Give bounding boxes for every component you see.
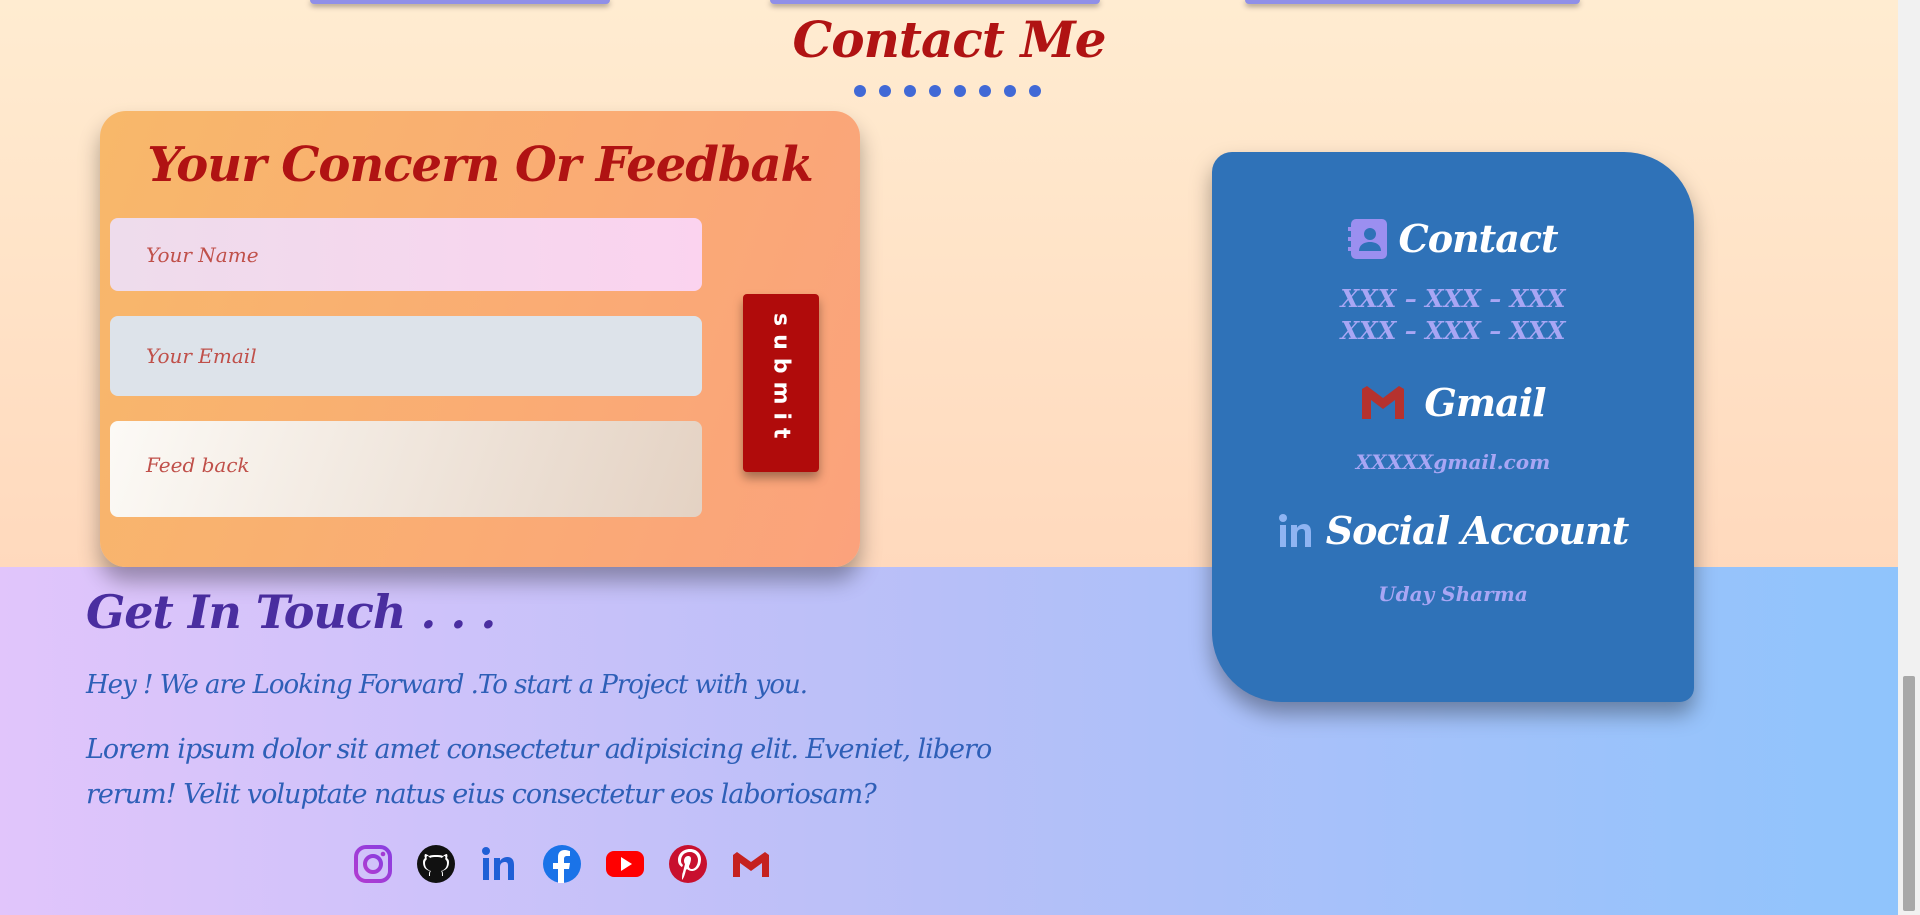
page-title: Contact Me: [792, 10, 1106, 69]
contact-book-icon: [1348, 218, 1388, 259]
submit-button[interactable]: submit: [743, 294, 819, 472]
scrollbar-thumb[interactable]: [1903, 676, 1915, 911]
gmail-icon: [1362, 385, 1405, 419]
submit-label: submit: [768, 313, 794, 447]
pinterest-link[interactable]: [667, 843, 709, 885]
contact-info-card: Contact XXX – XXX – XXX XXX – XXX – XXX …: [1212, 152, 1694, 702]
feedback-input[interactable]: [110, 421, 702, 517]
previous-section-card: [1245, 0, 1580, 4]
page-scrollbar[interactable]: [1898, 0, 1920, 915]
contact-heading: Contact: [1212, 216, 1694, 261]
pinterest-icon: [669, 845, 707, 883]
instagram-link[interactable]: [352, 843, 394, 885]
social-account-heading-label: Social Account: [1325, 508, 1630, 553]
github-link[interactable]: [415, 843, 457, 885]
name-input[interactable]: [110, 218, 702, 291]
phone-number-2: XXX – XXX – XXX: [1340, 316, 1566, 345]
linkedin-link[interactable]: [478, 843, 520, 885]
linkedin-icon: [482, 847, 514, 880]
gmail-icon: [733, 852, 769, 877]
facebook-link[interactable]: [541, 843, 583, 885]
linkedin-icon: [1278, 513, 1311, 547]
previous-section-card: [310, 0, 610, 4]
github-icon: [417, 845, 455, 883]
youtube-icon: [606, 851, 644, 877]
phone-number-1: XXX – XXX – XXX: [1340, 284, 1566, 313]
feedback-card: Your Concern Or Feedbak submit: [100, 111, 860, 567]
social-account-name: Uday Sharma: [1378, 582, 1528, 606]
get-in-touch-heading: Get In Touch . . .: [86, 585, 496, 639]
get-in-touch-subtitle: Hey ! We are Looking Forward .To start a…: [86, 670, 808, 700]
previous-section-card: [770, 0, 1100, 4]
contact-heading-label: Contact: [1398, 216, 1558, 261]
instagram-icon: [354, 845, 392, 883]
facebook-icon: [543, 845, 581, 883]
social-links-row: [352, 843, 772, 885]
email-input[interactable]: [110, 316, 702, 396]
social-account-heading: Social Account: [1212, 508, 1694, 553]
title-dots-divider: [854, 85, 1041, 97]
gmail-heading: Gmail: [1212, 380, 1694, 425]
gmail-link[interactable]: [730, 843, 772, 885]
get-in-touch-body: Lorem ipsum dolor sit amet consectetur a…: [86, 734, 992, 810]
youtube-link[interactable]: [604, 843, 646, 885]
feedback-title: Your Concern Or Feedbak: [147, 137, 814, 193]
gmail-heading-label: Gmail: [1424, 380, 1546, 425]
email-address: XXXXXgmail.com: [1355, 450, 1551, 474]
